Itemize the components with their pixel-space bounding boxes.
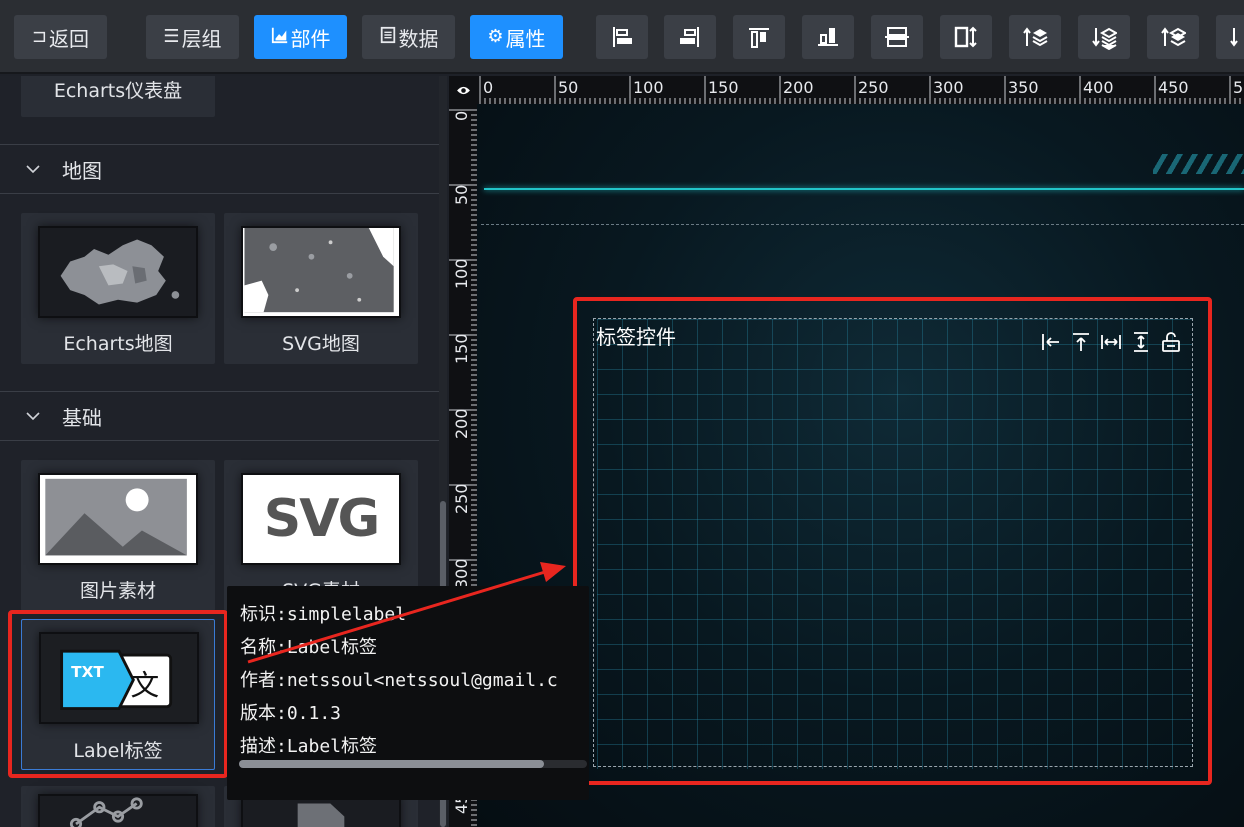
- drag-arrow: [247, 562, 566, 664]
